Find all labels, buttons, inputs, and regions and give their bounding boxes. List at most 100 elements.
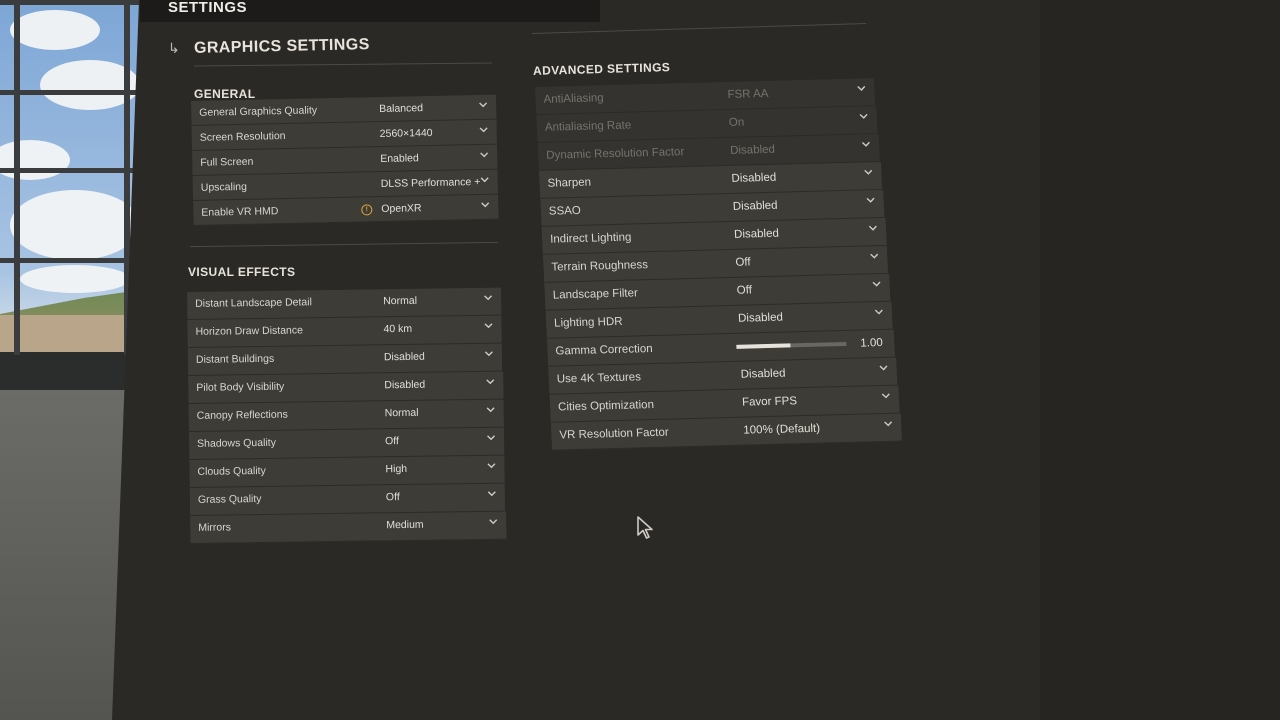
chevron-down-icon [479, 102, 488, 108]
setting-label: Pilot Body Visibility [196, 380, 285, 394]
chevron-down-icon [866, 197, 875, 203]
setting-label: Enable VR HMD [201, 205, 279, 219]
setting-value: Medium [386, 518, 424, 532]
page-title: SETTINGS [168, 0, 248, 16]
setting-label: Full Screen [200, 155, 254, 169]
window-frame [14, 0, 20, 355]
setting-label: AntiAliasing [543, 92, 604, 106]
setting-label: Upscaling [200, 180, 248, 194]
setting-label: Use 4K Textures [556, 371, 642, 386]
window-frame [0, 90, 140, 95]
graphics-settings-title: GRAPHICS SETTINGS [193, 36, 370, 57]
chevron-down-icon [883, 421, 892, 427]
setting-row-mirrors[interactable]: Mirrors Medium [190, 511, 507, 544]
setting-value: Normal [383, 294, 418, 308]
setting-value: Normal [384, 406, 419, 420]
setting-label: Gamma Correction [555, 343, 653, 358]
setting-value: Off [735, 256, 751, 269]
setting-label: General Graphics Quality [199, 104, 318, 119]
chevron-down-icon [485, 351, 494, 357]
chevron-down-icon [857, 85, 866, 91]
chevron-down-icon [485, 379, 494, 385]
setting-label: Lighting HDR [553, 315, 623, 330]
window-frame [0, 168, 140, 173]
setting-label: Mirrors [198, 521, 232, 534]
setting-value: Off [385, 491, 400, 504]
warning-icon: ! [361, 204, 373, 216]
slider-value: 1.00 [860, 336, 884, 350]
setting-value: 100% (Default) [743, 422, 821, 437]
floor [0, 390, 128, 720]
chevron-down-icon [881, 393, 890, 399]
setting-label: Grass Quality [197, 492, 262, 506]
setting-value: Disabled [383, 350, 425, 364]
railing [0, 352, 128, 392]
setting-value: On [728, 116, 745, 129]
setting-label: SSAO [548, 204, 582, 218]
window-frame [0, 258, 140, 263]
chevron-down-icon [486, 407, 495, 413]
setting-value: OpenXR [381, 202, 422, 216]
setting-label: Antialiasing Rate [544, 119, 632, 134]
chevron-down-icon [480, 177, 489, 183]
setting-value: Disabled [732, 199, 778, 213]
cloud [0, 140, 70, 180]
setting-label: Clouds Quality [197, 464, 266, 478]
setting-value: Disabled [384, 378, 426, 392]
chevron-down-icon [870, 253, 879, 259]
chevron-down-icon [875, 309, 884, 315]
setting-value: Disabled [740, 367, 786, 381]
setting-row-pilot-body-visibility[interactable]: Pilot Body Visibility Disabled [188, 371, 504, 404]
chevron-down-icon [868, 225, 877, 231]
chevron-down-icon [484, 295, 493, 301]
setting-value: 2560×1440 [379, 126, 433, 141]
setting-label: Canopy Reflections [196, 408, 288, 422]
chevron-down-icon [488, 519, 497, 525]
setting-label: Cities Optimization [557, 399, 655, 414]
gamma-slider[interactable] [736, 341, 847, 349]
setting-value: Off [385, 435, 399, 448]
setting-label: Shadows Quality [197, 436, 276, 450]
setting-value: Disabled [737, 311, 784, 325]
chevron-down-icon [481, 202, 490, 208]
chevron-down-icon [872, 281, 881, 287]
chevron-down-icon [859, 113, 868, 119]
cloud [10, 190, 140, 260]
cloud [10, 10, 100, 50]
setting-row-distant-landscape-detail[interactable]: Distant Landscape Detail Normal [187, 287, 502, 320]
chevron-down-icon [480, 152, 489, 158]
setting-value: Disabled [729, 143, 776, 157]
chevron-down-icon [484, 323, 493, 329]
chevron-down-icon [861, 141, 870, 147]
setting-label: Horizon Draw Distance [195, 324, 304, 338]
setting-label: Sharpen [547, 176, 592, 190]
setting-label: Dynamic Resolution Factor [545, 146, 685, 162]
corner-arrow-icon: ↳ [168, 40, 180, 56]
cloud [20, 265, 130, 293]
setting-row-canopy-reflections[interactable]: Canopy Reflections Normal [188, 399, 504, 432]
chevron-down-icon [487, 463, 496, 469]
setting-value: FSR AA [727, 87, 769, 101]
visual-effects-section-title: VISUAL EFFECTS [188, 265, 296, 279]
setting-label: Distant Landscape Detail [195, 296, 312, 310]
setting-label: Distant Buildings [195, 352, 275, 366]
chevron-down-icon [863, 169, 872, 175]
setting-value: 40 km [383, 322, 413, 336]
setting-label: VR Resolution Factor [559, 426, 669, 442]
setting-value: Disabled [731, 171, 777, 185]
setting-value: Balanced [379, 102, 424, 116]
slider-fill [736, 343, 791, 349]
setting-value: High [385, 462, 408, 476]
setting-label: Terrain Roughness [551, 259, 649, 274]
chevron-down-icon [487, 435, 496, 441]
setting-label: Indirect Lighting [549, 231, 632, 246]
setting-row-shadows-quality[interactable]: Shadows Quality Off [188, 427, 505, 460]
setting-row-distant-buildings[interactable]: Distant Buildings Disabled [187, 343, 503, 376]
setting-value: DLSS Performance + [380, 175, 481, 191]
setting-row-horizon-draw-distance[interactable]: Horizon Draw Distance 40 km [187, 315, 502, 348]
setting-row-clouds-quality[interactable]: Clouds Quality High [189, 455, 505, 488]
setting-value: Enabled [380, 152, 419, 166]
chevron-down-icon [879, 365, 888, 371]
setting-row-grass-quality[interactable]: Grass Quality Off [189, 483, 506, 516]
chevron-down-icon [479, 127, 488, 133]
